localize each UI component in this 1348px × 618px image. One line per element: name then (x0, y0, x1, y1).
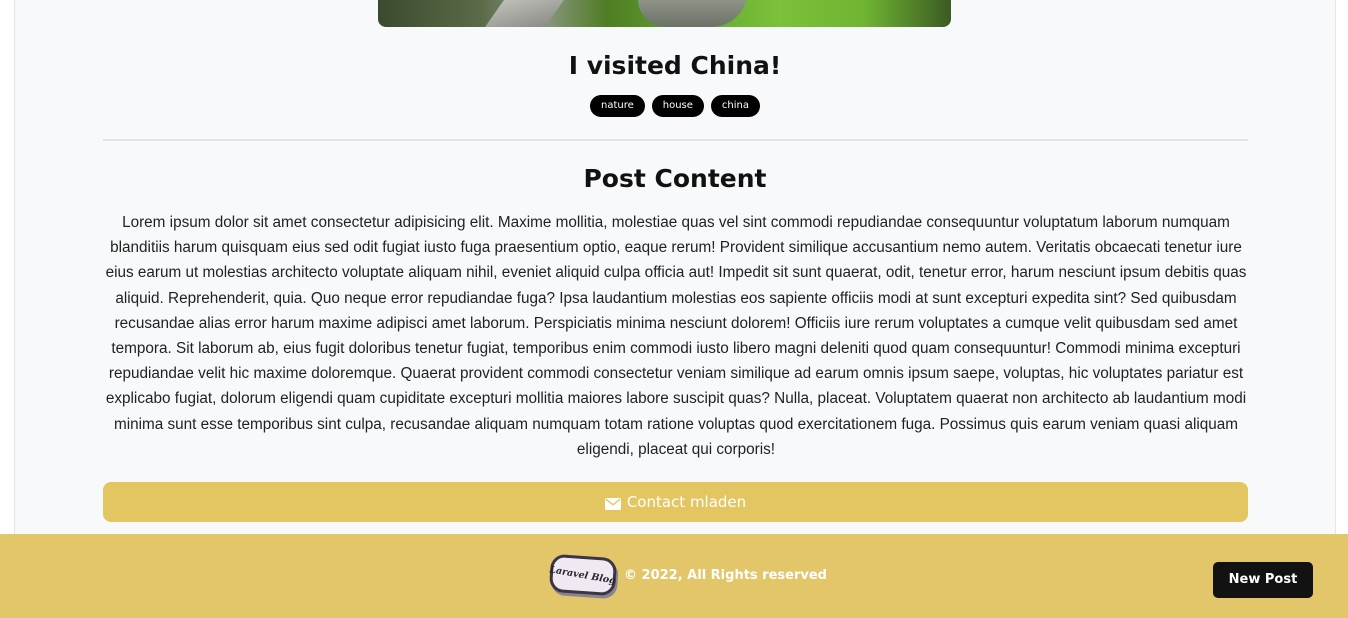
post-image (378, 0, 951, 27)
tag-nature[interactable]: nature (589, 95, 645, 117)
page: I visited China! nature house china Post… (0, 0, 1348, 618)
new-post-button[interactable]: New Post (1213, 562, 1313, 598)
logo-text: Laravel Blog (549, 563, 617, 587)
divider (103, 139, 1248, 141)
image-path-detail (485, 0, 571, 27)
post-title: I visited China! (568, 51, 782, 80)
content-heading: Post Content (583, 164, 767, 193)
footer-brand: Laravel Blog © 2022, All Rights reserved (548, 553, 827, 597)
contact-label: Contact mladen (626, 493, 747, 511)
tag-list: nature house china (15, 95, 1335, 117)
contact-author-button[interactable]: Contact mladen (103, 482, 1248, 522)
image-rock-detail (638, 0, 748, 27)
tag-china[interactable]: china (710, 95, 761, 117)
envelope-icon (604, 496, 621, 510)
post-card: I visited China! nature house china Post… (14, 0, 1336, 540)
laravel-blog-logo[interactable]: Laravel Blog (548, 553, 618, 597)
post-content: Lorem ipsum dolor sit amet consectetur a… (105, 214, 1247, 458)
footer: Laravel Blog © 2022, All Rights reserved… (0, 534, 1348, 618)
copyright-text: © 2022, All Rights reserved (624, 567, 827, 583)
tag-house[interactable]: house (651, 95, 704, 117)
